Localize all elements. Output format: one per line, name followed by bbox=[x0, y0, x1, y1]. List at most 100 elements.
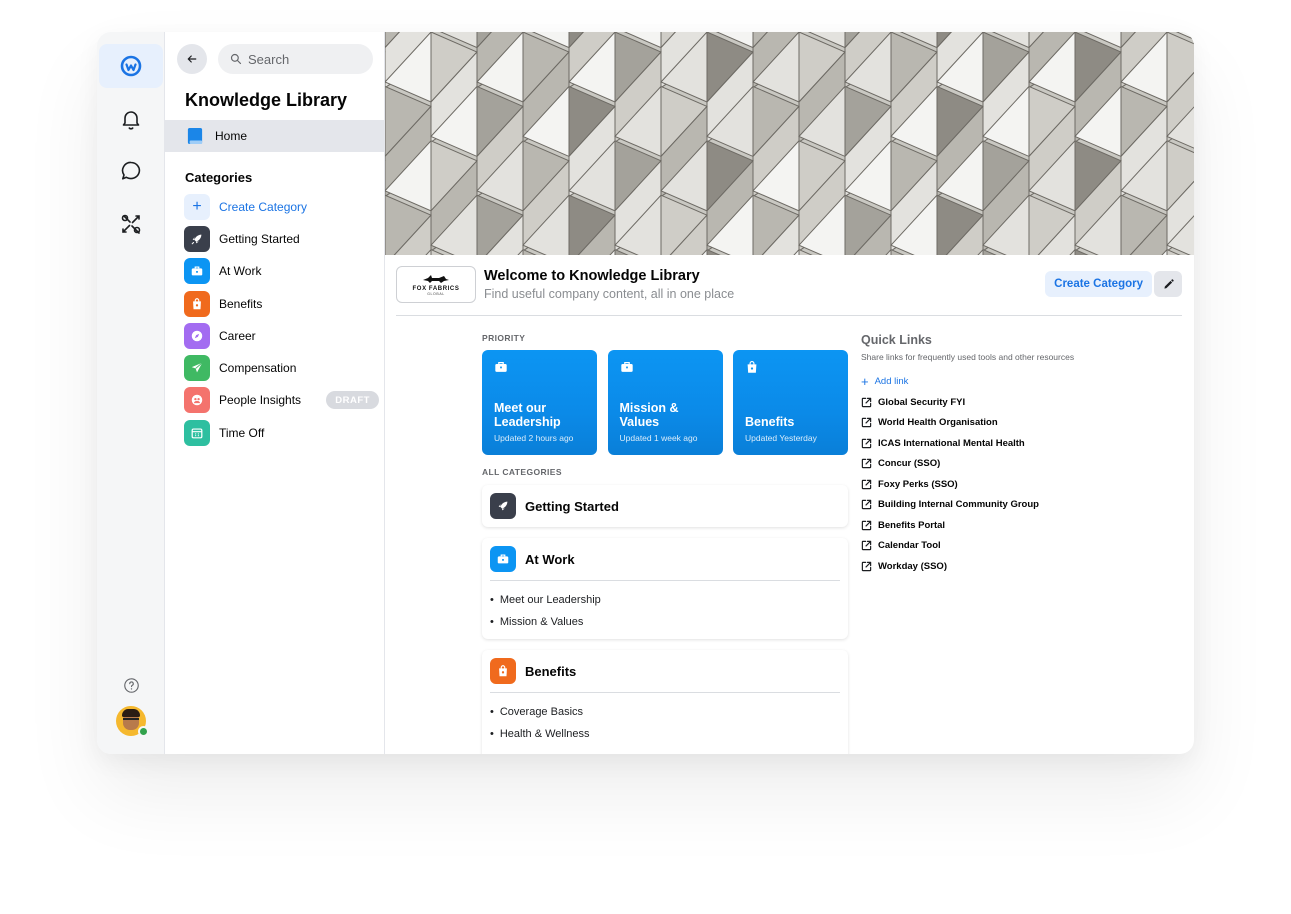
quick-link[interactable]: Benefits Portal bbox=[861, 515, 1039, 536]
priority-cards: Meet our Leadership Updated 2 hours ago … bbox=[482, 350, 848, 455]
external-link-icon bbox=[861, 561, 872, 571]
sidebar-item-getting-started[interactable]: Getting Started bbox=[184, 226, 379, 252]
sidebar-item-compensation[interactable]: Compensation bbox=[184, 355, 379, 382]
compass-icon bbox=[184, 322, 210, 349]
quick-links-subtitle: Share links for frequently used tools an… bbox=[861, 352, 1075, 362]
draft-badge: DRAFT bbox=[326, 391, 379, 410]
priority-card-updated: Updated 2 hours ago bbox=[494, 433, 574, 443]
priority-card[interactable]: Meet our Leadership Updated 2 hours ago bbox=[482, 350, 597, 455]
category-card-benefits[interactable]: Benefits Coverage Basics Health & Wellne… bbox=[482, 650, 848, 754]
category-card-at-work[interactable]: At Work Meet our Leadership Mission & Va… bbox=[482, 538, 848, 639]
shopping-bag-icon bbox=[747, 361, 757, 373]
fox-logo-icon bbox=[423, 274, 449, 283]
create-category-button[interactable]: Create Category bbox=[1045, 271, 1152, 297]
priority-card[interactable]: Benefits Updated Yesterday bbox=[733, 350, 848, 455]
rocket-icon bbox=[490, 493, 516, 519]
all-categories-label: ALL CATEGORIES bbox=[482, 467, 562, 477]
priority-card-updated: Updated Yesterday bbox=[745, 433, 817, 443]
quick-link[interactable]: Calendar Tool bbox=[861, 536, 1039, 557]
priority-card-updated: Updated 1 week ago bbox=[619, 433, 698, 443]
briefcase-icon bbox=[495, 362, 507, 372]
sidebar-item-label: Benefits bbox=[219, 296, 263, 311]
quick-links-list: Global Security FYI World Health Organis… bbox=[861, 392, 1039, 577]
sidebar-item-label: Getting Started bbox=[219, 232, 300, 246]
briefcase-icon bbox=[620, 362, 633, 372]
notifications-bell-icon[interactable] bbox=[99, 97, 163, 141]
back-button[interactable] bbox=[177, 44, 207, 74]
category-card-title: At Work bbox=[525, 551, 575, 567]
category-list: Getting Started At Work Benefits Career bbox=[184, 226, 379, 452]
chat-bubble-icon[interactable] bbox=[99, 149, 163, 193]
tools-icon[interactable] bbox=[99, 202, 163, 246]
cover-image bbox=[385, 32, 1194, 255]
quick-link[interactable]: Global Security FYI bbox=[861, 392, 1039, 413]
external-link-icon bbox=[861, 438, 872, 448]
rocket-icon bbox=[184, 226, 210, 252]
people-icon bbox=[184, 387, 210, 414]
quick-link[interactable]: Workday (SSO) bbox=[861, 556, 1039, 577]
arrow-left-icon bbox=[187, 55, 197, 63]
priority-card-title: Benefits bbox=[745, 415, 795, 429]
search-box[interactable] bbox=[218, 44, 373, 74]
help-icon[interactable] bbox=[99, 663, 163, 707]
plus-icon: + bbox=[184, 194, 210, 220]
category-article-link[interactable]: Health & Wellness bbox=[482, 723, 848, 745]
external-link-icon bbox=[861, 500, 872, 510]
quick-link[interactable]: Foxy Perks (SSO) bbox=[861, 474, 1039, 495]
edit-button[interactable] bbox=[1154, 271, 1182, 297]
sidebar-create-category[interactable]: + Create Category bbox=[184, 194, 307, 220]
sidebar-item-label: Home bbox=[215, 129, 248, 143]
category-card-title: Benefits bbox=[525, 663, 577, 679]
page-title: Welcome to Knowledge Library bbox=[484, 268, 700, 284]
book-icon bbox=[187, 128, 203, 144]
quick-link[interactable]: ICAS International Mental Health bbox=[861, 433, 1039, 454]
company-logo: FOX FABRICS GLOBAL bbox=[396, 266, 476, 303]
sidebar-item-people-insights[interactable]: People Insights DRAFT bbox=[184, 387, 379, 414]
quick-links-title: Quick Links bbox=[861, 333, 932, 347]
search-input[interactable] bbox=[248, 51, 358, 67]
workplace-logo-icon[interactable] bbox=[99, 44, 163, 88]
briefcase-icon bbox=[184, 258, 210, 285]
main-content: FOX FABRICS GLOBAL Welcome to Knowledge … bbox=[385, 32, 1194, 754]
external-link-icon bbox=[861, 459, 872, 469]
user-avatar[interactable] bbox=[116, 706, 149, 737]
page-header: FOX FABRICS GLOBAL Welcome to Knowledge … bbox=[396, 266, 1182, 316]
external-link-icon bbox=[861, 541, 872, 551]
sidebar-item-time-off[interactable]: Time Off bbox=[184, 419, 379, 446]
logo-subtext: GLOBAL bbox=[427, 291, 445, 296]
sidebar: Knowledge Library Home Categories + Crea… bbox=[165, 32, 385, 754]
online-status-dot bbox=[138, 726, 149, 737]
sidebar-item-home[interactable]: Home bbox=[165, 120, 384, 152]
paper-plane-icon bbox=[184, 355, 210, 382]
sidebar-title: Knowledge Library bbox=[185, 90, 348, 110]
category-article-link[interactable]: Coverage Basics bbox=[482, 701, 848, 723]
add-link-button[interactable]: + Add link bbox=[861, 374, 908, 389]
category-article-link[interactable]: Meet our Leadership bbox=[482, 589, 848, 611]
external-link-icon bbox=[861, 397, 872, 407]
quick-link[interactable]: Concur (SSO) bbox=[861, 454, 1039, 475]
category-article-link[interactable]: Mission & Values bbox=[482, 611, 848, 633]
sidebar-item-at-work[interactable]: At Work bbox=[184, 258, 379, 285]
page-subtitle: Find useful company content, all in one … bbox=[484, 287, 735, 301]
sidebar-item-benefits[interactable]: Benefits bbox=[184, 290, 379, 317]
priority-card-title: Mission & Values bbox=[619, 401, 679, 429]
create-category-label: Create Category bbox=[219, 200, 308, 214]
sidebar-item-label: At Work bbox=[219, 264, 262, 279]
sidebar-item-label: Time Off bbox=[219, 425, 265, 440]
sidebar-item-label: People Insights bbox=[219, 393, 302, 408]
quick-link[interactable]: World Health Organisation bbox=[861, 413, 1039, 434]
external-link-icon bbox=[861, 520, 872, 530]
app-window: Knowledge Library Home Categories + Crea… bbox=[97, 32, 1194, 754]
briefcase-icon bbox=[490, 546, 516, 572]
shopping-bag-icon bbox=[184, 290, 210, 317]
priority-card[interactable]: Mission & Values Updated 1 week ago bbox=[607, 350, 723, 455]
category-card-getting-started[interactable]: Getting Started bbox=[482, 485, 848, 527]
external-link-icon bbox=[861, 418, 872, 428]
icon-rail bbox=[97, 32, 165, 754]
shopping-bag-icon bbox=[490, 658, 516, 684]
calendar-icon bbox=[184, 419, 210, 446]
quick-link[interactable]: Building Internal Community Group bbox=[861, 495, 1039, 516]
sidebar-item-label: Career bbox=[219, 328, 256, 343]
search-icon bbox=[230, 53, 242, 65]
sidebar-item-career[interactable]: Career bbox=[184, 322, 379, 349]
